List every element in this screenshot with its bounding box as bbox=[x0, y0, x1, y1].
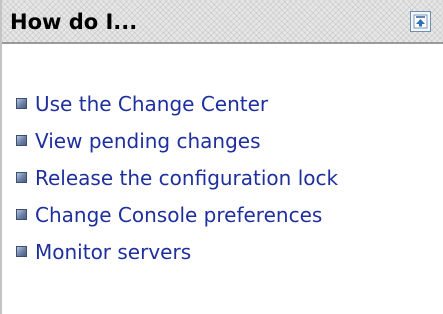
link-label[interactable]: Use the Change Center bbox=[35, 94, 268, 114]
link-label[interactable]: Release the configuration lock bbox=[35, 168, 338, 188]
link-change-console-preferences[interactable]: Change Console preferences bbox=[16, 197, 338, 232]
how-do-i-link-list: Use the Change Center View pending chang… bbox=[16, 86, 338, 271]
bullet-square-icon bbox=[16, 135, 27, 146]
link-view-pending-changes[interactable]: View pending changes bbox=[16, 123, 338, 158]
bullet-square-icon bbox=[16, 209, 27, 220]
bullet-square-icon bbox=[16, 172, 27, 183]
collapse-up-icon bbox=[413, 14, 428, 29]
link-label[interactable]: Monitor servers bbox=[35, 242, 191, 262]
link-monitor-servers[interactable]: Monitor servers bbox=[16, 234, 338, 269]
link-label[interactable]: View pending changes bbox=[35, 131, 261, 151]
link-label[interactable]: Change Console preferences bbox=[35, 205, 322, 225]
link-use-change-center[interactable]: Use the Change Center bbox=[16, 86, 338, 121]
collapse-button[interactable] bbox=[410, 11, 431, 32]
how-do-i-panel: How do I... Use the Change Center View p… bbox=[0, 0, 443, 314]
link-release-configuration-lock[interactable]: Release the configuration lock bbox=[16, 160, 338, 195]
bullet-square-icon bbox=[16, 98, 27, 109]
panel-header: How do I... bbox=[2, 0, 443, 44]
bullet-square-icon bbox=[16, 246, 27, 257]
panel-title: How do I... bbox=[10, 10, 138, 34]
